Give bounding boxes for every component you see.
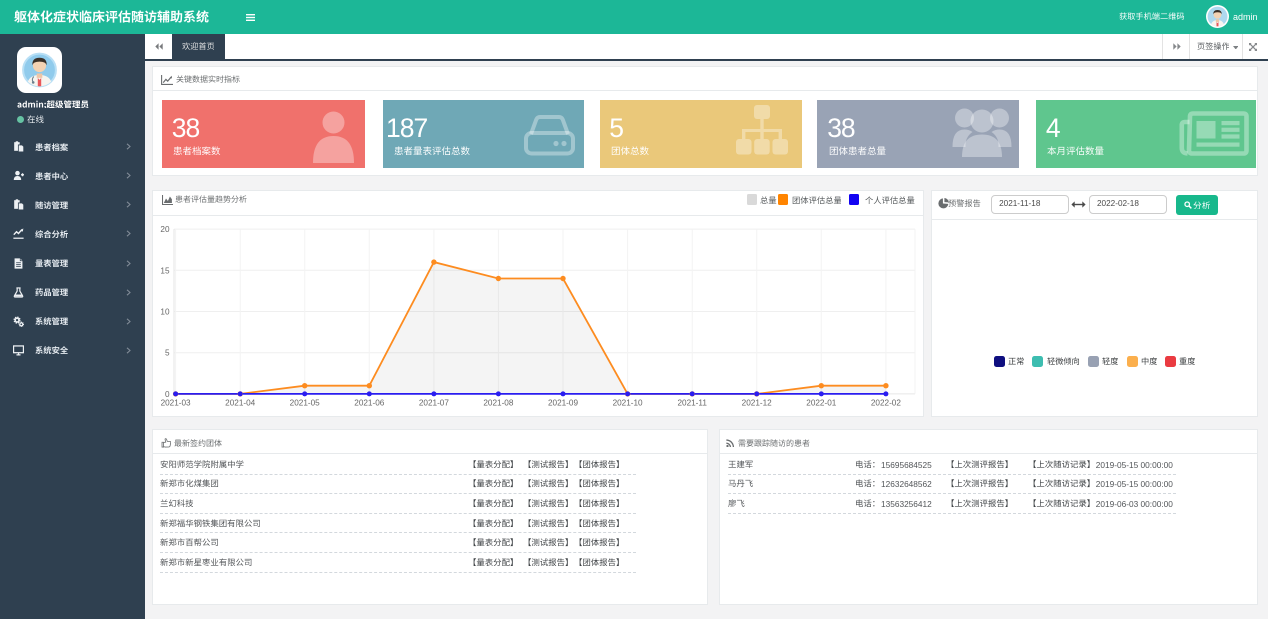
svg-text:2021-11: 2021-11 <box>677 398 707 407</box>
svg-text:10: 10 <box>160 307 170 316</box>
svg-text:2021-04: 2021-04 <box>225 398 255 407</box>
svg-text:5: 5 <box>165 348 170 357</box>
svg-text:2021-10: 2021-10 <box>613 398 643 407</box>
svg-text:2021-09: 2021-09 <box>548 398 578 407</box>
svg-text:2021-07: 2021-07 <box>419 398 449 407</box>
svg-text:2021-12: 2021-12 <box>742 398 772 407</box>
svg-text:2021-05: 2021-05 <box>290 398 320 407</box>
svg-text:2021-03: 2021-03 <box>161 398 191 407</box>
svg-text:20: 20 <box>160 225 170 234</box>
svg-text:2022-02: 2022-02 <box>871 398 901 407</box>
svg-text:2021-06: 2021-06 <box>354 398 384 407</box>
svg-text:2022-01: 2022-01 <box>806 398 836 407</box>
svg-text:15: 15 <box>160 266 170 275</box>
svg-text:2021-08: 2021-08 <box>483 398 513 407</box>
